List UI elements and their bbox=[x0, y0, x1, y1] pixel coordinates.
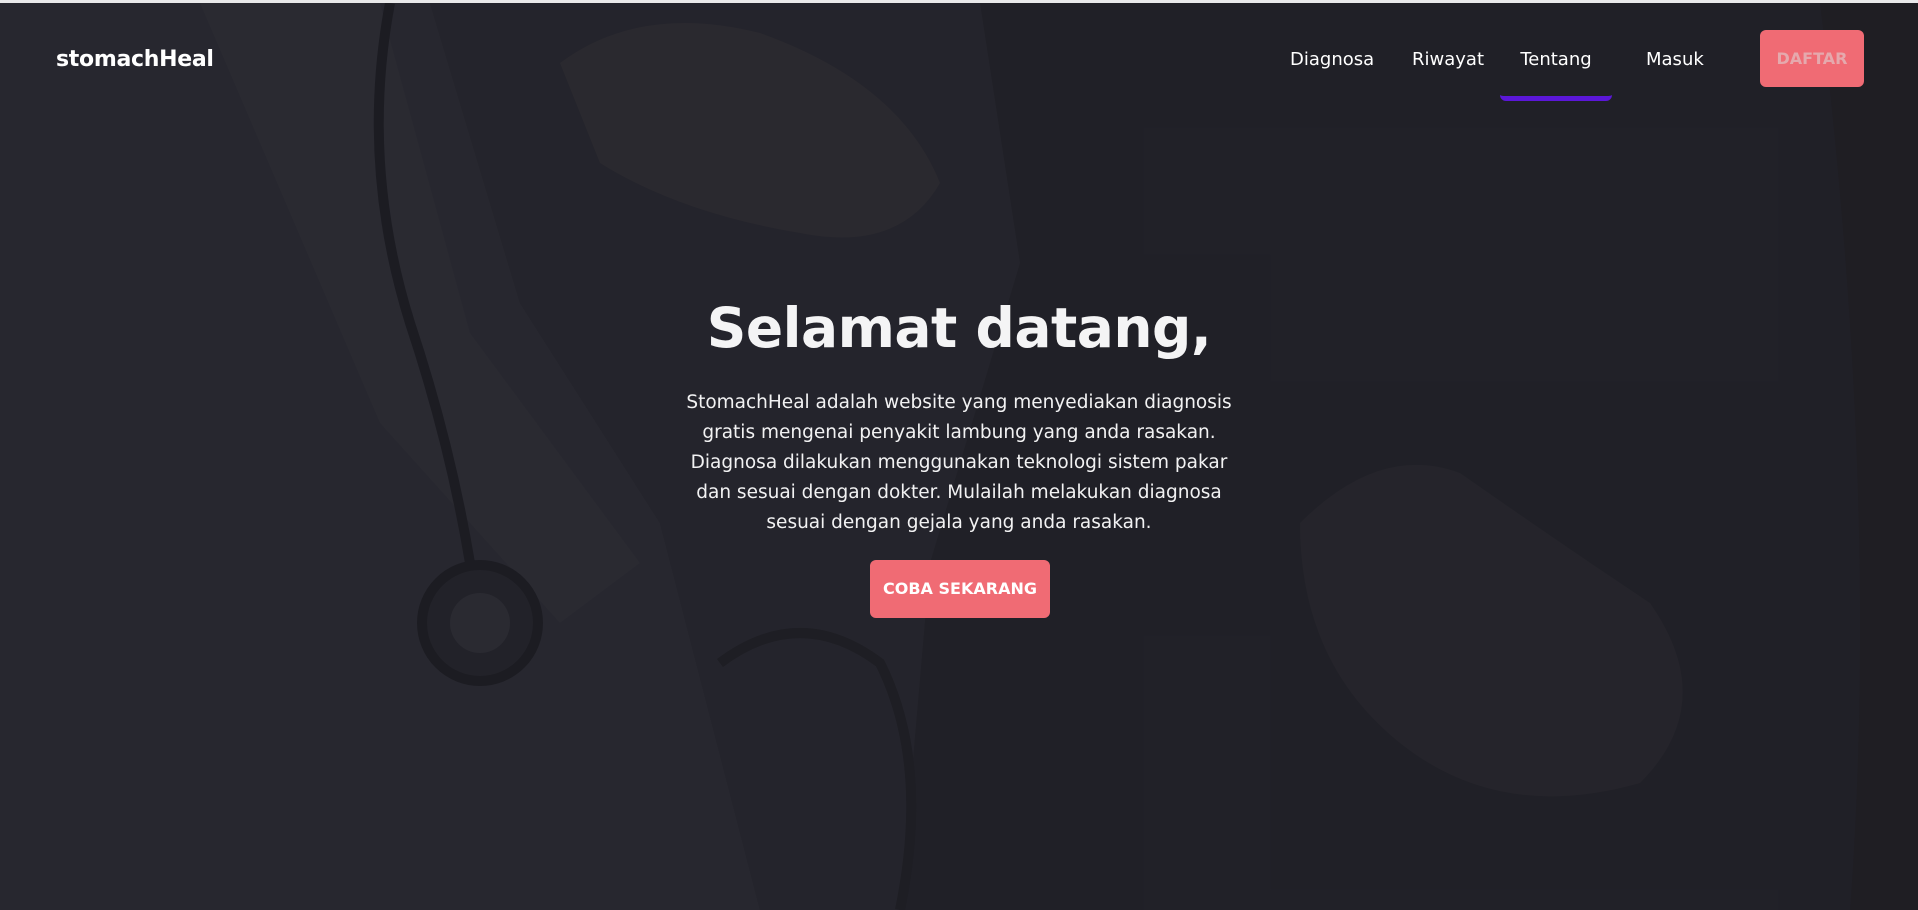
brand-logo[interactable]: stomachHeal bbox=[56, 47, 214, 72]
navbar: stomachHeal Diagnosa Riwayat Tentang Mas… bbox=[0, 3, 1918, 103]
hero-section: stomachHeal Diagnosa Riwayat Tentang Mas… bbox=[0, 3, 1918, 910]
hero-description: StomachHeal adalah website yang menyedia… bbox=[686, 392, 1232, 533]
nav-link-tentang[interactable]: Tentang bbox=[1500, 25, 1612, 101]
hero-title: Selamat datang, bbox=[706, 296, 1212, 360]
nav-link-riwayat[interactable]: Riwayat bbox=[1412, 49, 1484, 70]
nav-link-diagnosa[interactable]: Diagnosa bbox=[1290, 49, 1374, 70]
try-now-button[interactable]: COBA SEKARANG bbox=[870, 560, 1050, 618]
nav-link-masuk[interactable]: Masuk bbox=[1646, 49, 1704, 70]
register-button[interactable]: DAFTAR bbox=[1760, 30, 1864, 87]
